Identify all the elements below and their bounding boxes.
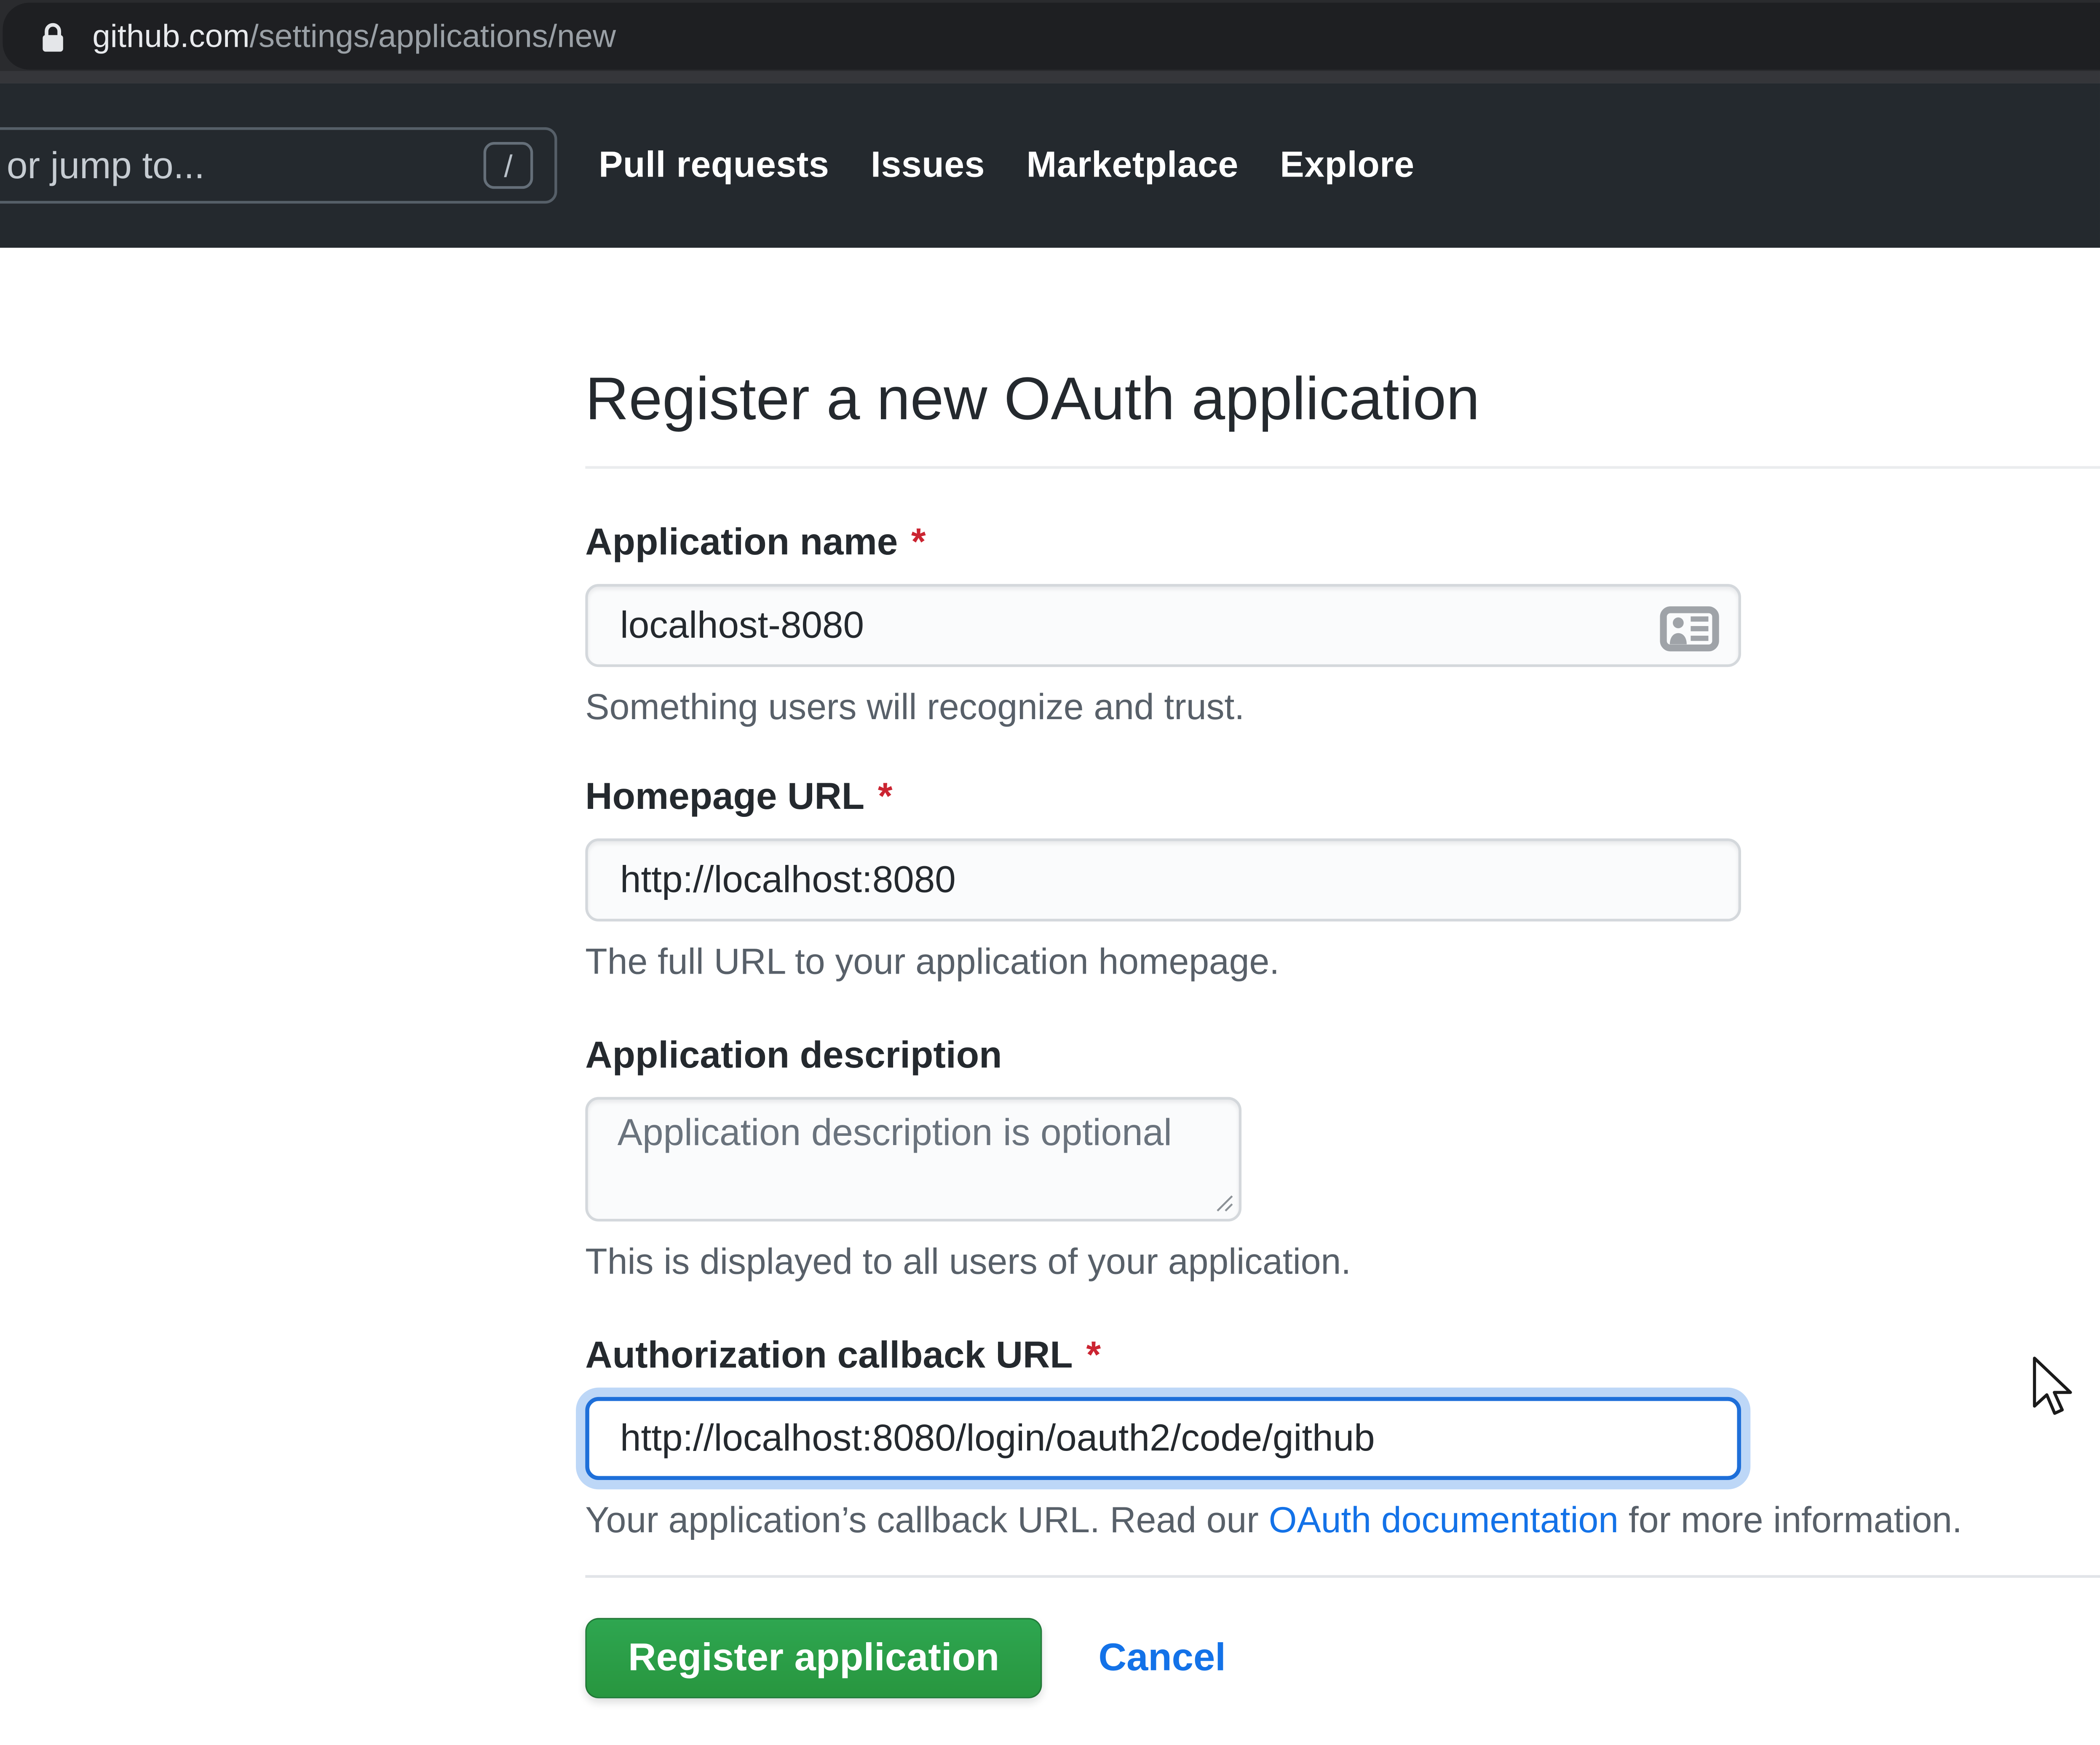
label-text: Application description — [585, 1034, 1002, 1076]
application-name-label: Application name * — [585, 520, 2100, 565]
help-text: for more information. — [1618, 1500, 1962, 1540]
label-text: Authorization callback URL — [585, 1334, 1073, 1376]
application-name-input[interactable] — [585, 584, 1741, 667]
url-path: /settings/applications/new — [250, 19, 616, 55]
slash-shortcut-key: / — [484, 142, 533, 189]
application-description-help: This is displayed to all users of your a… — [585, 1239, 2100, 1285]
url-text: github.com/settings/applications/new — [92, 3, 616, 70]
search-placeholder: or jump to... — [7, 130, 205, 201]
url-domain: github.com — [92, 19, 249, 55]
homepage-url-input[interactable] — [585, 838, 1741, 921]
homepage-url-help: The full URL to your application homepag… — [585, 939, 2100, 985]
help-text: Your application’s callback URL. Read ou… — [585, 1500, 1268, 1540]
required-asterisk: * — [878, 776, 893, 817]
contact-card-icon[interactable] — [1659, 605, 1720, 653]
nav-issues[interactable]: Issues — [871, 145, 985, 186]
resize-handle-icon[interactable] — [1212, 1191, 1235, 1213]
nav-marketplace[interactable]: Marketplace — [1027, 145, 1239, 186]
authorization-callback-url-label: Authorization callback URL * — [585, 1333, 2100, 1378]
required-asterisk: * — [1086, 1334, 1101, 1376]
nav-explore[interactable]: Explore — [1280, 145, 1414, 186]
application-description-textarea[interactable] — [585, 1097, 1241, 1222]
browser-toolbar: github.com/settings/applications/new — [0, 0, 2100, 71]
authorization-callback-url-input[interactable] — [585, 1397, 1741, 1480]
github-header: or jump to... / Pull requests Issues Mar… — [0, 83, 2100, 248]
main-content: Register a new OAuth application Applica… — [0, 248, 2100, 1745]
required-asterisk: * — [911, 521, 926, 563]
header-nav: Pull requests Issues Marketplace Explore — [599, 83, 1415, 248]
search-input[interactable]: or jump to... / — [0, 127, 557, 203]
application-name-help: Something users will recognize and trust… — [585, 685, 2100, 730]
address-bar[interactable]: github.com/settings/applications/new — [3, 3, 2100, 70]
cancel-button[interactable]: Cancel — [1098, 1636, 1225, 1680]
label-text: Application name — [585, 521, 898, 563]
authorization-callback-url-help: Your application’s callback URL. Read ou… — [585, 1497, 2100, 1543]
register-application-button[interactable]: Register application — [585, 1618, 1042, 1698]
form-divider — [585, 1575, 2100, 1578]
nav-pull-requests[interactable]: Pull requests — [599, 145, 829, 186]
page-title: Register a new OAuth application — [585, 363, 2100, 469]
screen: github.com/settings/applications/new or … — [0, 0, 2100, 1745]
application-description-label: Application description — [585, 1033, 2100, 1078]
label-text: Homepage URL — [585, 776, 864, 817]
browser-toolbar-edge — [0, 71, 2100, 83]
lock-icon[interactable] — [37, 21, 68, 55]
oauth-documentation-link[interactable]: OAuth documentation — [1269, 1500, 1618, 1540]
homepage-url-label: Homepage URL * — [585, 774, 2100, 820]
form-actions: Register application Cancel — [585, 1618, 2100, 1698]
